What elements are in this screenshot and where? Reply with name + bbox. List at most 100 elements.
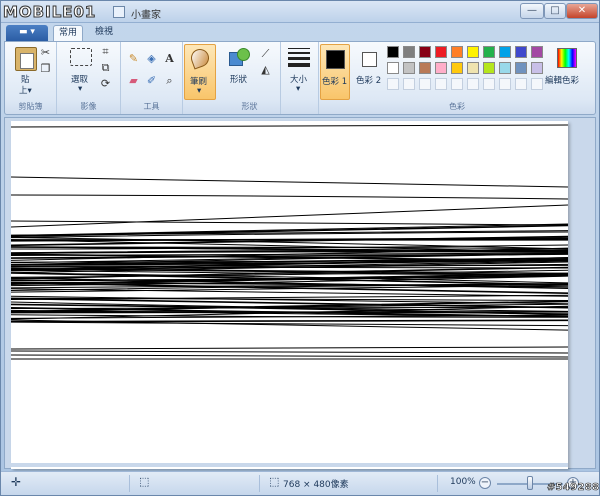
paint-menu-button[interactable]: ▬ ▾ [6, 25, 48, 41]
palette-swatch[interactable] [531, 46, 543, 58]
palette-swatch[interactable] [515, 78, 527, 90]
zoom-percent: 100% [450, 477, 476, 487]
palette-swatch[interactable] [467, 62, 479, 74]
palette-swatch[interactable] [499, 78, 511, 90]
window-title: 小畫家 [131, 10, 161, 21]
palette-swatch[interactable] [403, 46, 415, 58]
status-bar: ✛ ⬚ ⬚ 768 × 480像素 100% − + [1, 471, 599, 495]
close-button[interactable]: ✕ [566, 3, 598, 19]
paste-icon[interactable] [15, 47, 37, 71]
palette-swatch[interactable] [387, 78, 399, 90]
palette-swatch[interactable] [531, 62, 543, 74]
shapes-group: 形狀 ⟋ ◭ 形狀 [219, 42, 281, 114]
shapes-icon[interactable] [229, 48, 251, 68]
size-icon[interactable] [288, 48, 310, 68]
palette-swatch[interactable] [483, 78, 495, 90]
select-icon[interactable] [70, 48, 92, 66]
palette-swatch[interactable] [451, 46, 463, 58]
color2-swatch [362, 52, 377, 67]
edit-colors-button[interactable]: 編輯色彩 [545, 44, 591, 100]
paste-dropdown[interactable]: 上▾ [19, 84, 32, 96]
color1-swatch [326, 50, 345, 69]
cut-icon[interactable]: ✂ [39, 46, 52, 59]
palette-swatch[interactable] [531, 78, 543, 90]
tools-group: ✎ ◈ A ▰ ✐ ⌕ 工具 [121, 42, 183, 114]
eraser-icon[interactable]: ▰ [127, 74, 140, 87]
tab-view[interactable]: 檢視 [89, 25, 119, 41]
zoom-out-button[interactable]: − [479, 477, 491, 489]
drawn-line [11, 220, 568, 226]
drawn-line [11, 204, 568, 228]
palette-swatch[interactable] [435, 46, 447, 58]
fill-icon[interactable]: ◈ [145, 52, 158, 65]
palette-swatch[interactable] [451, 78, 463, 90]
zoom-slider-thumb[interactable] [527, 476, 533, 490]
drawn-line [11, 350, 568, 354]
drawn-line [11, 346, 568, 350]
cursor-position-icon: ✛ [11, 475, 22, 489]
drawn-line [11, 288, 568, 297]
rotate-icon[interactable]: ⟳ [99, 77, 112, 90]
tools-group-label: 工具 [143, 102, 160, 111]
palette-swatch[interactable] [387, 62, 399, 74]
brushes-dropdown-icon: ▾ [197, 86, 202, 96]
palette-swatch[interactable] [419, 46, 431, 58]
drawn-line [11, 354, 568, 358]
minimize-button[interactable]: — [520, 3, 544, 19]
palette-swatch[interactable] [499, 46, 511, 58]
color2-label: 色彩 2 [356, 76, 382, 86]
palette-swatch[interactable] [419, 78, 431, 90]
palette-swatch[interactable] [499, 62, 511, 74]
size-dropdown-icon[interactable]: ▾ [296, 84, 300, 94]
brush-icon [188, 46, 212, 70]
palette-swatch[interactable] [515, 62, 527, 74]
color-picker-icon[interactable]: ✐ [145, 74, 158, 87]
pencil-icon[interactable]: ✎ [127, 52, 140, 65]
image-group: 選取 ▾ ⌗ ⧉ ⟳ 影像 [57, 42, 121, 114]
crop-icon[interactable]: ⌗ [99, 45, 112, 58]
drawing-canvas[interactable] [11, 121, 568, 469]
outline-icon[interactable]: ⟋ [259, 47, 272, 60]
maximize-button[interactable]: □ [544, 3, 566, 19]
selection-size-icon: ⬚ [139, 475, 150, 488]
tab-home[interactable]: 常用 [53, 25, 83, 41]
palette-swatch[interactable] [403, 78, 415, 90]
brushes-button[interactable]: 筆刷 ▾ [184, 44, 216, 100]
palette-swatch[interactable] [387, 46, 399, 58]
copy-icon[interactable]: ❐ [39, 62, 52, 75]
status-separator [437, 475, 438, 492]
canvas-size-icon: ⬚ [269, 475, 280, 488]
horizontal-scrollbar[interactable] [7, 463, 568, 467]
brushes-group: 筆刷 ▾ [183, 42, 219, 114]
palette-swatch[interactable] [515, 46, 527, 58]
text-icon[interactable]: A [163, 52, 176, 65]
clipboard-group: 貼 上▾ ✂ ❐ 剪貼簿 [5, 42, 57, 114]
palette-swatch[interactable] [451, 62, 463, 74]
fill-shape-icon[interactable]: ◭ [259, 63, 272, 76]
canvas-workspace[interactable] [4, 117, 596, 469]
palette-swatch[interactable] [467, 78, 479, 90]
drawn-line [11, 194, 568, 200]
palette-swatch[interactable] [483, 62, 495, 74]
color1-button[interactable]: 色彩 1 [320, 44, 350, 100]
palette-swatch[interactable] [419, 62, 431, 74]
shapes-label[interactable]: 形狀 [230, 73, 247, 85]
color1-label: 色彩 1 [322, 77, 348, 87]
ribbon: 貼 上▾ ✂ ❐ 剪貼簿 選取 ▾ ⌗ ⧉ ⟳ 影像 ✎ ◈ A ▰ ✐ ⌕ 工… [4, 41, 596, 115]
mobile01-logo: MOBILE01 [2, 3, 97, 22]
palette-swatch[interactable] [483, 46, 495, 58]
status-separator [259, 475, 260, 492]
palette-swatch[interactable] [403, 62, 415, 74]
quick-access-icon[interactable] [113, 6, 125, 18]
magnifier-icon[interactable]: ⌕ [163, 74, 176, 87]
palette-swatch[interactable] [467, 46, 479, 58]
color2-button[interactable]: 色彩 2 [355, 44, 385, 100]
select-dropdown-icon[interactable]: ▾ [78, 84, 82, 94]
resize-icon[interactable]: ⧉ [99, 61, 112, 74]
paint-window: MOBILE01 小畫家 — □ ✕ ▬ ▾ 常用 檢視 貼 上▾ ✂ ❐ 剪貼… [0, 0, 600, 496]
colors-group: 色彩 1 色彩 2 編輯色彩 色彩 [319, 42, 595, 114]
size-group: 大小 ▾ [281, 42, 319, 114]
canvas-size-text: 768 × 480像素 [283, 480, 349, 490]
palette-swatch[interactable] [435, 78, 447, 90]
palette-swatch[interactable] [435, 62, 447, 74]
